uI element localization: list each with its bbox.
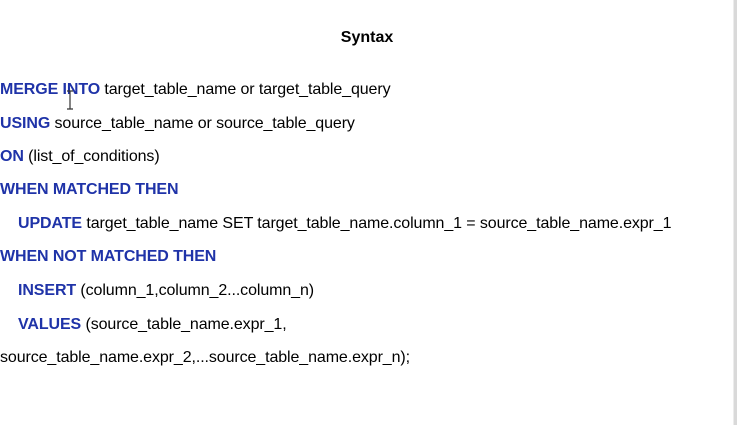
slide-title: Syntax — [340, 29, 394, 46]
text-cursor-icon — [67, 90, 73, 110]
syntax-line-insert: INSERT (column_1,column_2...column_n) — [18, 282, 314, 300]
keyword-update: UPDATE — [18, 215, 82, 232]
syntax-line-using: USING source_table_name or source_table_… — [0, 115, 355, 133]
line-text: (source_table_name.expr_1, — [81, 316, 287, 333]
keyword-values: VALUES — [18, 316, 82, 333]
slide: Syntax MERGE INTO target_table_name or t… — [0, 0, 734, 425]
syntax-line-when-matched: WHEN MATCHED THEN — [0, 181, 179, 199]
syntax-line-when-not-matched: WHEN NOT MATCHED THEN — [0, 248, 216, 266]
syntax-line-on: ON (list_of_conditions) — [0, 148, 160, 166]
syntax-line-merge-into: MERGE INTO target_table_name or target_t… — [0, 81, 391, 99]
keyword-when-not-matched-then: WHEN NOT MATCHED THEN — [0, 248, 217, 265]
line-text: target_table_name SET target_table_name.… — [82, 215, 672, 232]
line-text: source_table_name.expr_2,...source_table… — [0, 349, 410, 366]
line-text: target_table_name or target_table_query — [100, 81, 391, 98]
line-text: source_table_name or source_table_query — [50, 115, 355, 132]
syntax-line-update: UPDATE target_table_name SET target_tabl… — [18, 215, 671, 233]
keyword-on: ON — [0, 148, 24, 165]
line-text: (list_of_conditions) — [23, 148, 160, 165]
keyword-when-matched-then: WHEN MATCHED THEN — [0, 181, 179, 198]
syntax-line-values-continuation: source_table_name.expr_2,...source_table… — [0, 349, 410, 367]
keyword-insert: INSERT — [18, 282, 77, 299]
syntax-line-values: VALUES (source_table_name.expr_1, — [18, 316, 287, 334]
keyword-using: USING — [0, 115, 51, 132]
keyword-merge-into: MERGE INTO — [0, 81, 101, 98]
line-text: (column_1,column_2...column_n) — [76, 282, 314, 299]
